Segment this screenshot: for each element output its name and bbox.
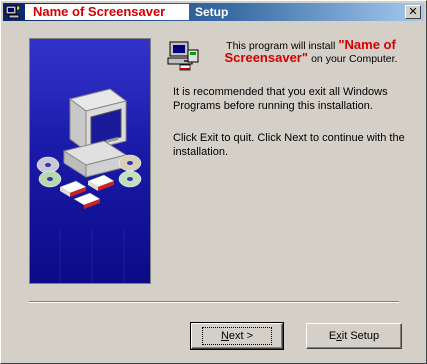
- banner-image: [29, 38, 151, 284]
- title-bar[interactable]: Name of Screensaver Setup ✕: [3, 3, 424, 21]
- exit-setup-button[interactable]: Exit Setup: [306, 323, 402, 349]
- computer-install-icon: [166, 38, 200, 72]
- next-button-label: Next >: [201, 327, 273, 345]
- instruction-text: Click Exit to quit. Click Next to contin…: [173, 132, 405, 158]
- divider: [29, 301, 399, 303]
- intro-suffix: on your Computer.: [311, 53, 398, 65]
- window-title-name: Name of Screensaver: [25, 4, 189, 20]
- next-button[interactable]: Next >: [190, 322, 284, 350]
- close-icon: ✕: [408, 5, 418, 18]
- intro-message: This program will install "Name of Scree…: [211, 38, 411, 65]
- installer-icon[interactable]: [5, 4, 21, 20]
- computer-and-discs-illustration: [36, 88, 142, 283]
- recommendation-text: It is recommended that you exit all Wind…: [173, 86, 388, 112]
- close-button[interactable]: ✕: [405, 5, 421, 19]
- exit-button-label: Exit Setup: [328, 330, 380, 342]
- setup-dialog: Name of Screensaver Setup ✕ This program…: [0, 0, 427, 364]
- window-title-setup: Setup: [195, 5, 229, 19]
